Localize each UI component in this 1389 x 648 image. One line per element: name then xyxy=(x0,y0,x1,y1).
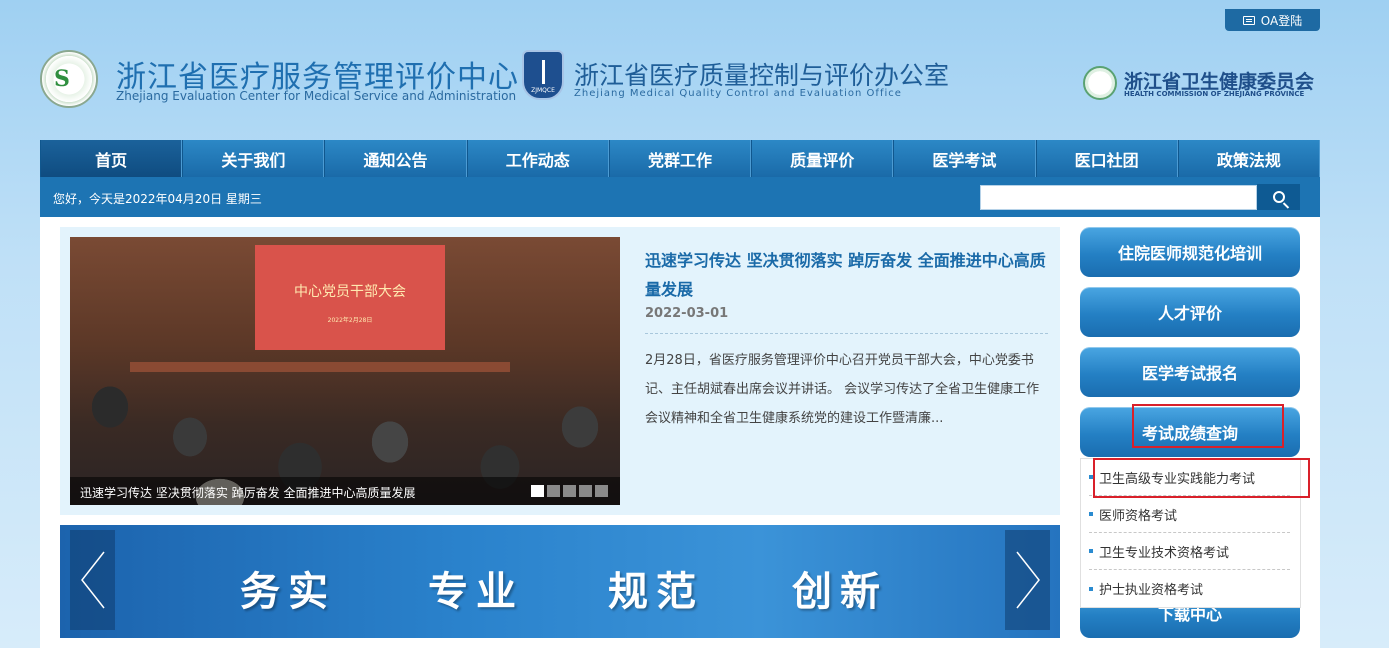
highlight-box xyxy=(1132,404,1284,448)
greeting-date: 您好，今天是2022年04月20日 星期三 xyxy=(53,192,262,206)
nav-item-home[interactable]: 首页 xyxy=(40,140,183,177)
search-button[interactable] xyxy=(1257,184,1300,210)
news-title[interactable]: 迅速学习传达 坚决贯彻落实 踔厉奋发 全面推进中心高质量发展 xyxy=(645,246,1050,304)
slogan-word: 创新 xyxy=(792,568,888,615)
slide-dot[interactable] xyxy=(563,485,576,497)
nav-item-policies[interactable]: 政策法规 xyxy=(1177,140,1320,177)
evaluation-center-name-en: Zhejiang Evaluation Center for Medical S… xyxy=(116,89,517,103)
chevron-right-icon xyxy=(1016,551,1040,609)
bullet-icon xyxy=(1089,512,1093,516)
health-commission-name-en: HEALTH COMMISSION OF ZHEJIANG PROVINCE xyxy=(1124,90,1305,98)
chevron-left-icon xyxy=(81,551,105,609)
photo-stage-banner: 中心党员干部大会 2022年2月28日 xyxy=(255,245,445,350)
slide-dot[interactable] xyxy=(547,485,560,497)
news-date: 2022-03-01 xyxy=(645,306,729,321)
exam-registration-button[interactable]: 医学考试报名 xyxy=(1080,347,1300,397)
slide-indicators xyxy=(531,485,608,497)
health-commission-logo[interactable] xyxy=(1083,66,1117,100)
nav-item-party-work[interactable]: 党群工作 xyxy=(608,140,752,177)
nav-item-medical-exam[interactable]: 医学考试 xyxy=(893,140,1036,177)
prev-arrow-button[interactable] xyxy=(70,530,115,630)
highlight-box xyxy=(1093,458,1310,498)
bullet-icon xyxy=(1089,549,1093,553)
news-divider xyxy=(645,333,1048,334)
slogan-word: 规范 xyxy=(608,568,704,615)
slogan-word: 专业 xyxy=(428,568,524,615)
quality-office-logo: ZJMQCE xyxy=(522,50,564,100)
bullet-icon xyxy=(1089,586,1093,591)
nav-item-medical-societies[interactable]: 医口社团 xyxy=(1035,140,1178,177)
nav-item-about[interactable]: 关于我们 xyxy=(182,140,325,177)
main-nav: 首页 关于我们 通知公告 工作动态 党群工作 质量评价 医学考试 医口社团 政策… xyxy=(40,140,1320,177)
slide-dot[interactable] xyxy=(579,485,592,497)
monitor-icon xyxy=(1242,15,1255,25)
search-input[interactable] xyxy=(980,185,1257,210)
nav-item-notices[interactable]: 通知公告 xyxy=(324,140,467,177)
dropdown-item-physician-exam[interactable]: 医师资格考试 xyxy=(1089,496,1290,533)
talent-evaluation-button[interactable]: 人才评价 xyxy=(1080,287,1300,337)
slogan-banner: 务实 专业 规范 创新 xyxy=(60,525,1060,638)
info-bar: 您好，今天是2022年04月20日 星期三 xyxy=(40,177,1320,217)
next-arrow-button[interactable] xyxy=(1005,530,1050,630)
nav-item-quality-evaluation[interactable]: 质量评价 xyxy=(751,140,894,177)
quality-office-name-en: Zhejiang Medical Quality Control and Eva… xyxy=(574,88,902,99)
oa-login-button[interactable]: OA登陆 xyxy=(1225,9,1320,31)
news-summary: 2月28日，省医疗服务管理评价中心召开党员干部大会，中心党委书记、主任胡斌春出席… xyxy=(645,353,1040,426)
slide-dot[interactable] xyxy=(595,485,608,497)
nav-item-work-news[interactable]: 工作动态 xyxy=(466,140,609,177)
quality-office-name: 浙江省医疗质量控制与评价办公室 xyxy=(574,61,950,90)
slogan-word: 务实 xyxy=(240,568,336,615)
oa-login-label: OA登陆 xyxy=(1260,13,1303,28)
resident-training-button[interactable]: 住院医师规范化培训 xyxy=(1080,227,1300,277)
search-icon xyxy=(1272,191,1285,203)
slide-dot[interactable] xyxy=(531,485,544,497)
evaluation-center-logo[interactable]: S xyxy=(40,50,98,108)
dropdown-item-nurse-exam[interactable]: 护士执业资格考试 xyxy=(1089,570,1290,607)
news-photo[interactable]: 中心党员干部大会 2022年2月28日 迅速学习传达 坚决贯彻落实 踔厉奋发 全… xyxy=(70,237,620,505)
dropdown-item-technical-qualification-exam[interactable]: 卫生专业技术资格考试 xyxy=(1089,533,1290,570)
